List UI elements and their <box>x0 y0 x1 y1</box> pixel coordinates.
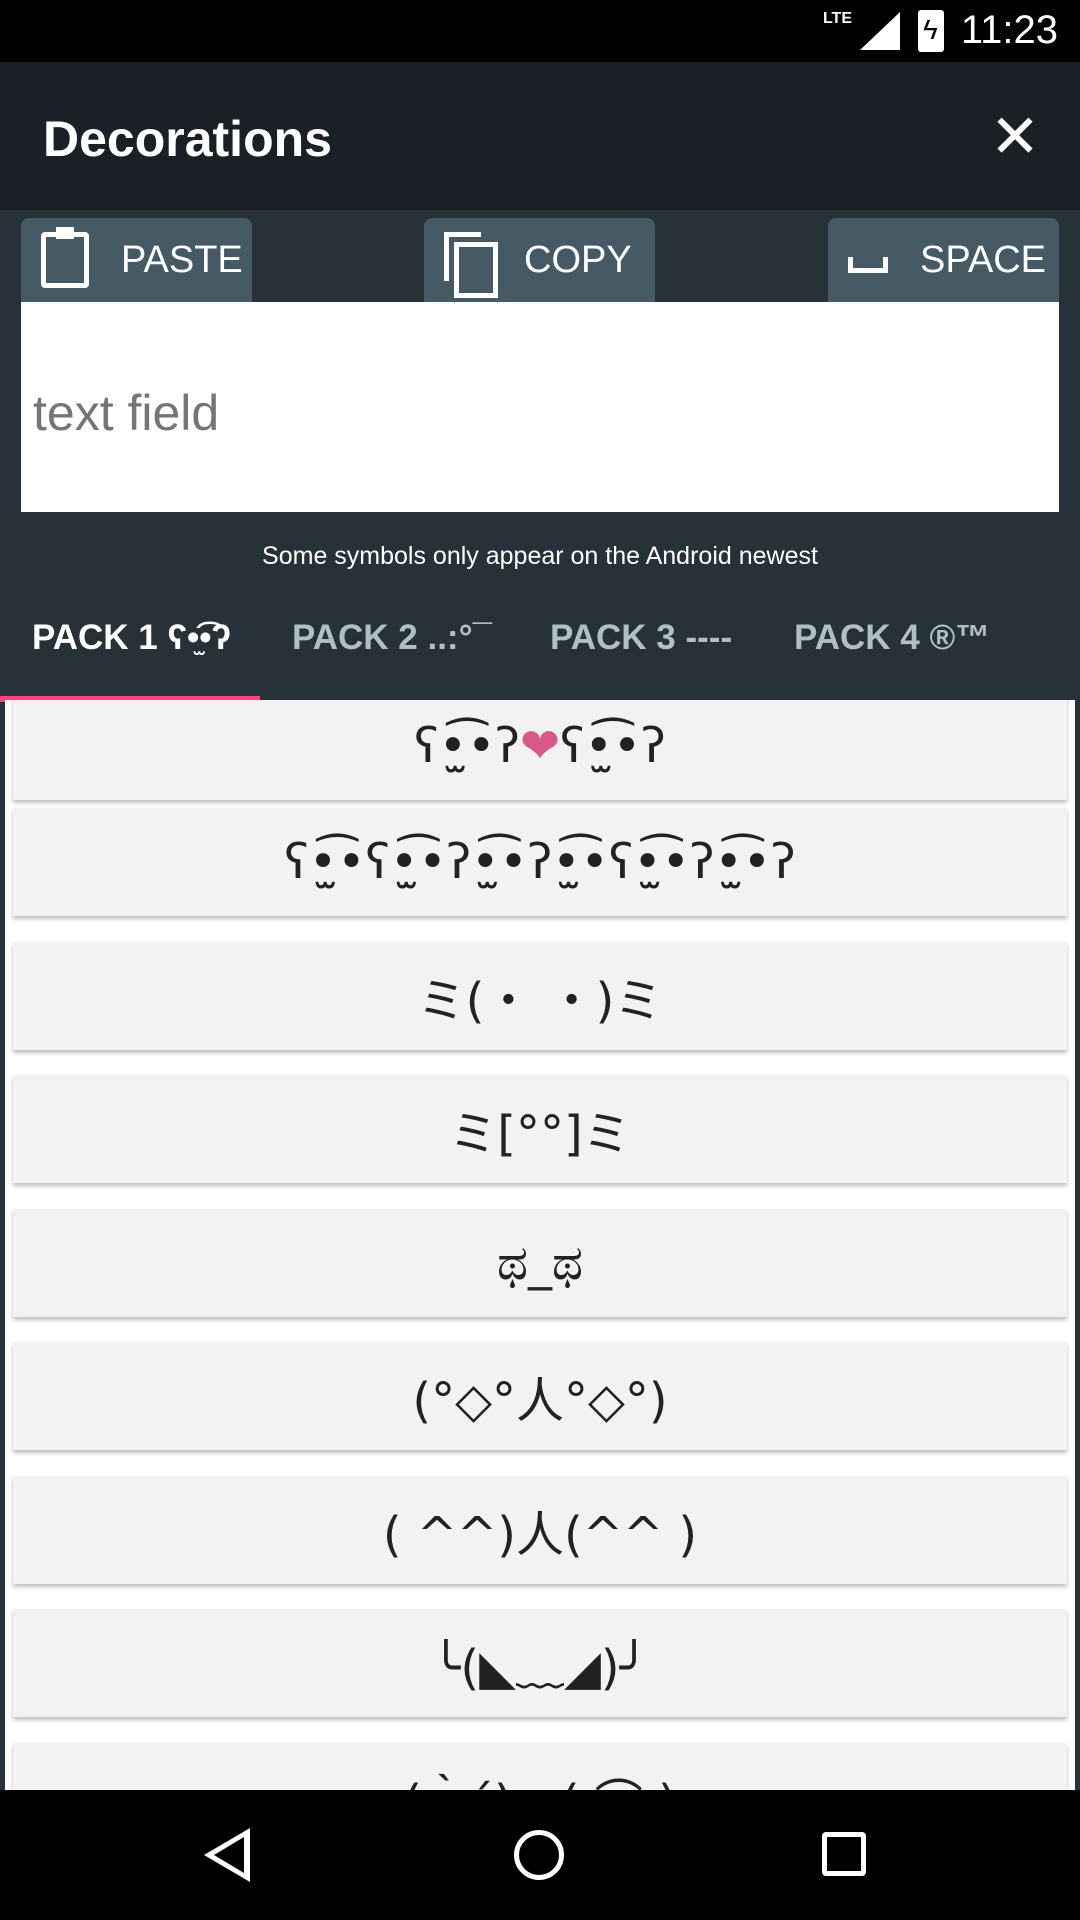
tab-pack-1[interactable]: PACK 1 ʕ•̫͡•ʔ <box>32 618 231 658</box>
navigation-bar <box>0 1790 1080 1920</box>
space-icon <box>848 257 888 273</box>
list-item[interactable]: ಥ_ಥ <box>13 1209 1067 1317</box>
paste-label: PASTE <box>121 238 243 281</box>
copy-icon <box>444 232 498 298</box>
app-bar: Decorations ✕ <box>0 62 1080 210</box>
tab-pack-3[interactable]: PACK 3 ---- <box>550 618 732 658</box>
tab-pack-4[interactable]: PACK 4 ®™ <box>794 618 990 658</box>
space-label: SPACE <box>920 238 1047 281</box>
recents-icon[interactable] <box>822 1832 866 1876</box>
list-item[interactable]: ╰(◣﹏◢)╯ <box>13 1609 1067 1717</box>
list-item[interactable]: ʕ•̫͡•ʔ ❤ ʕ•̫͡•ʔ <box>13 700 1067 800</box>
list-item[interactable]: (°◇°人°◇°) <box>13 1342 1067 1450</box>
list-item[interactable]: ミ[°°]ミ <box>13 1075 1067 1183</box>
signal-icon <box>860 12 900 50</box>
back-icon[interactable] <box>204 1828 250 1882</box>
list-item[interactable]: ʕ•̫͡•ʕ•̫͡•ʔ•̫͡•ʔ•̫͡•ʕ•̫͡•ʔ•̫͡•ʔ <box>13 808 1067 916</box>
page-title: Decorations <box>43 111 332 167</box>
notice-text: Some symbols only appear on the Android … <box>262 542 818 570</box>
clipboard-icon <box>41 227 89 288</box>
status-bar: LTE 11:23 <box>0 0 1080 62</box>
paste-button[interactable]: PASTE <box>21 218 252 302</box>
tab-pack-2[interactable]: PACK 2 ..:°¯ <box>292 618 492 658</box>
home-icon[interactable] <box>514 1830 564 1880</box>
list-item[interactable]: ミ(・ ・)ミ <box>13 942 1067 1050</box>
close-icon: ✕ <box>989 103 1041 170</box>
decoration-list[interactable]: ʕ•̫͡•ʔ ❤ ʕ•̫͡•ʔ ʕ•̫͡•ʕ•̫͡•ʔ•̫͡•ʔ•̫͡•ʕ•̫͡•ʔ… <box>5 700 1075 1790</box>
copy-label: COPY <box>524 238 632 281</box>
tab-bar: PACK 1 ʕ•̫͡•ʔ PACK 2 ..:°¯ PACK 3 ---- P… <box>0 590 1080 702</box>
list-item[interactable]: ( ^^)人(^^ ) <box>13 1476 1067 1584</box>
list-item[interactable]: (｀´)ｏ( ⌒ ) <box>13 1743 1067 1790</box>
network-type: LTE <box>822 10 852 27</box>
copy-button[interactable]: COPY <box>424 218 655 302</box>
battery-charging-icon <box>918 10 944 52</box>
close-button[interactable]: ✕ <box>980 102 1050 172</box>
clock: 11:23 <box>960 8 1058 52</box>
space-button[interactable]: SPACE <box>828 218 1059 302</box>
text-input[interactable]: text field <box>21 302 1059 512</box>
